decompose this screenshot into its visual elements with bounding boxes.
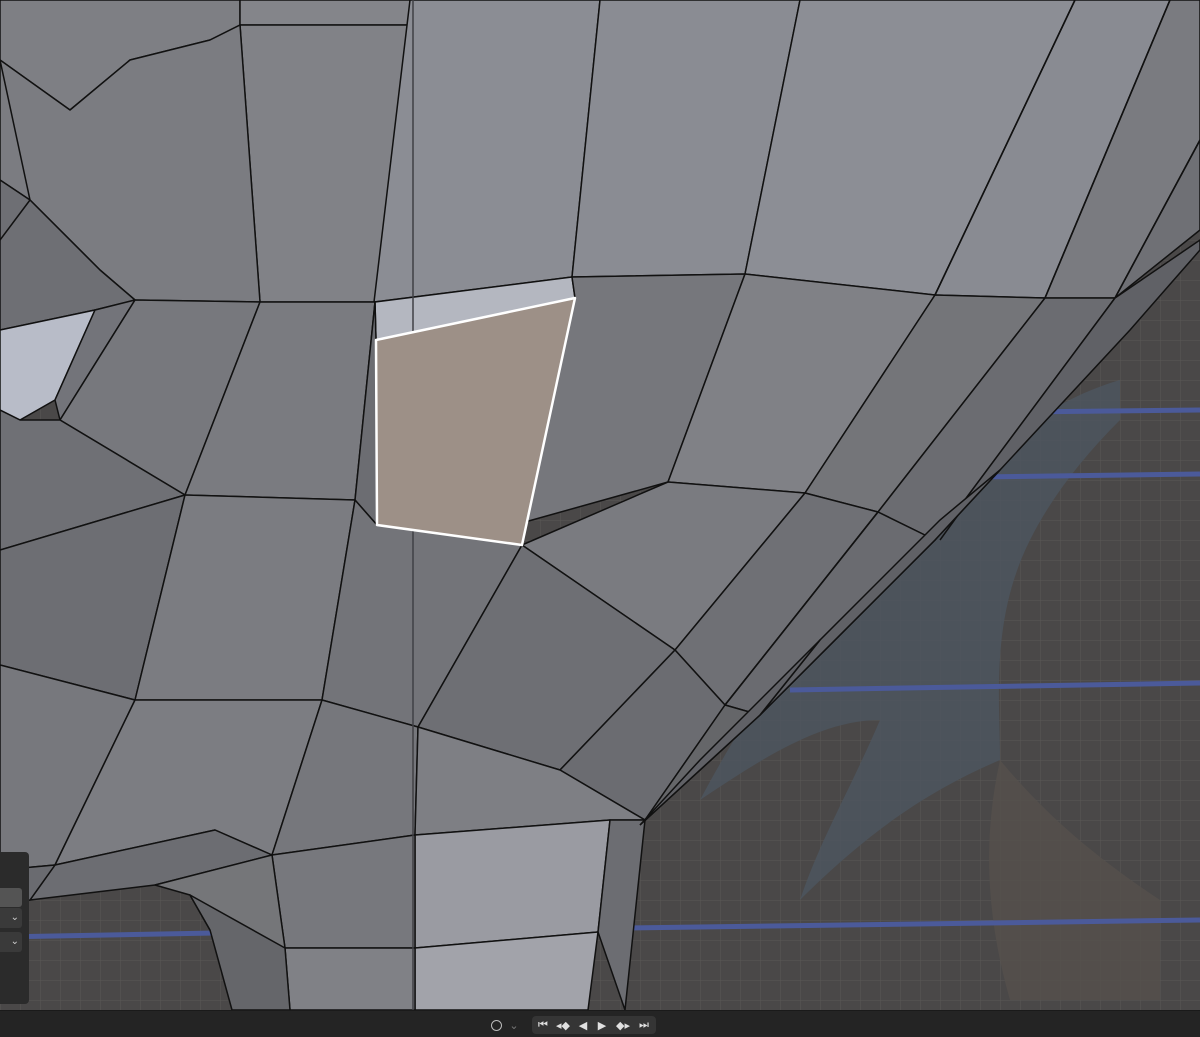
chevron-down-icon: ⌄ xyxy=(10,912,19,923)
3d-viewport[interactable] xyxy=(0,0,1200,1010)
chevron-down-icon: ⌄ xyxy=(10,936,19,947)
timeline-playback-bar: ⌄ ⏮ ◂◆ ◀ ▶ ◆▸ ⏭ xyxy=(0,1010,1200,1037)
auto-keying-menu[interactable]: ⌄ xyxy=(507,1017,521,1033)
auto-keying-button[interactable] xyxy=(488,1017,504,1033)
jump-prev-keyframe-icon: ◂◆ xyxy=(556,1018,570,1032)
jump-to-end-button[interactable]: ⏭ xyxy=(636,1017,652,1033)
jump-next-keyframe-button[interactable]: ◆▸ xyxy=(613,1017,633,1033)
jump-to-end-icon: ⏭ xyxy=(639,1018,649,1031)
play-button[interactable]: ▶ xyxy=(594,1017,610,1033)
circle-icon xyxy=(490,1019,502,1031)
play-reverse-button[interactable]: ◀ xyxy=(575,1017,591,1033)
panel-dropdown-1[interactable]: ⌄ xyxy=(0,908,22,928)
jump-to-start-button[interactable]: ⏮ xyxy=(535,1017,551,1033)
jump-to-start-icon: ⏮ xyxy=(538,1018,548,1031)
panel-dropdown-2[interactable]: ⌄ xyxy=(0,932,22,952)
play-icon: ▶ xyxy=(597,1018,607,1032)
jump-prev-keyframe-button[interactable]: ◂◆ xyxy=(553,1017,573,1033)
play-reverse-icon: ◀ xyxy=(578,1018,588,1032)
panel-input-field[interactable] xyxy=(0,888,22,907)
chevron-down-icon: ⌄ xyxy=(509,1018,519,1032)
jump-next-keyframe-icon: ◆▸ xyxy=(616,1018,630,1032)
tool-settings-panel: ⌄ ⌄ xyxy=(0,852,29,1004)
